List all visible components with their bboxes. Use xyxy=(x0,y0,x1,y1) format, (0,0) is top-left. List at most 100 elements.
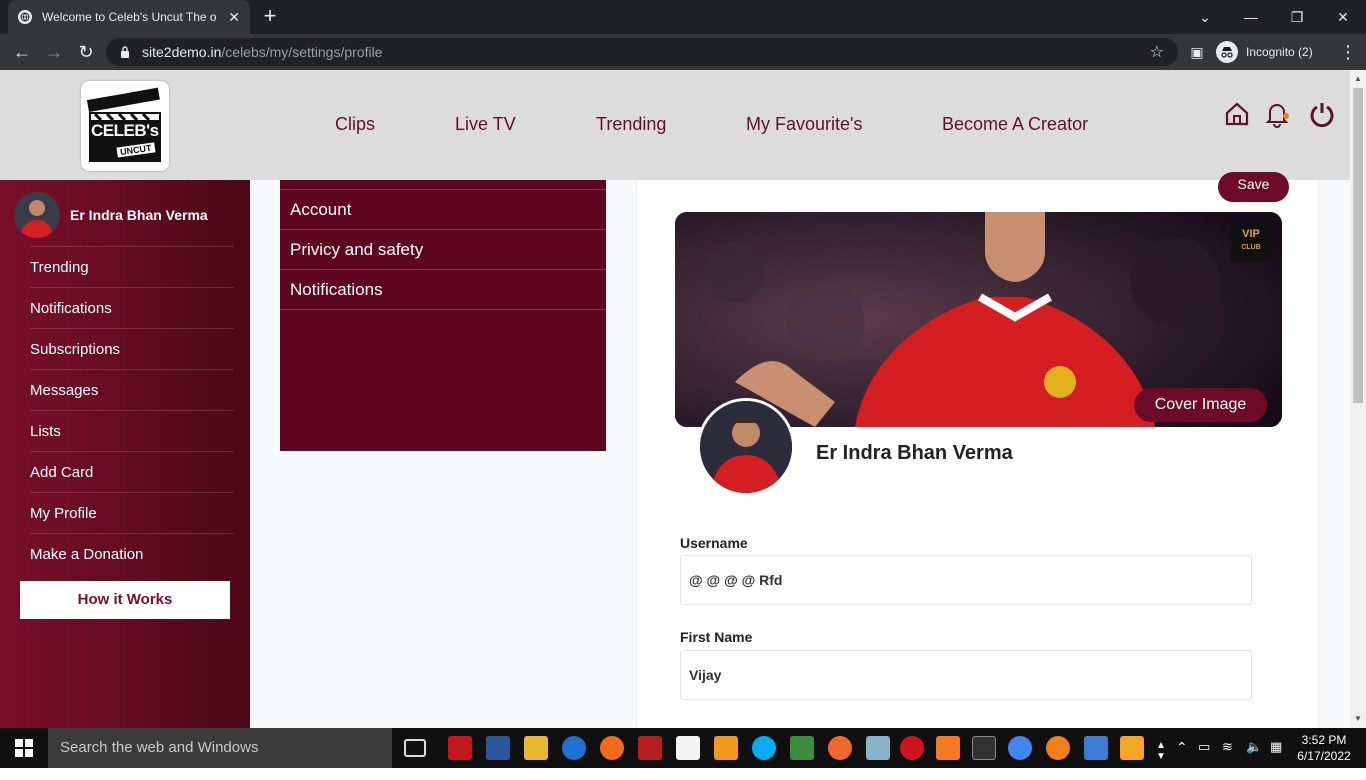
file-explorer-icon[interactable] xyxy=(524,736,548,760)
cover-image-button[interactable]: Cover Image xyxy=(1134,388,1267,422)
close-tab-icon[interactable]: ✕ xyxy=(228,9,240,26)
bookmark-star-icon[interactable]: ☆ xyxy=(1150,42,1164,62)
network-app-icon[interactable] xyxy=(1084,736,1108,760)
app-icon[interactable] xyxy=(866,736,890,760)
sidebar-item-subscriptions[interactable]: Subscriptions xyxy=(30,328,234,369)
outlook-icon[interactable] xyxy=(1120,736,1144,760)
close-window-button[interactable]: ✕ xyxy=(1320,0,1366,34)
address-bar[interactable]: site2demo.in /celebs/my/settings/profile… xyxy=(106,38,1178,66)
first-name-label: First Name xyxy=(680,629,753,645)
terminal-icon[interactable] xyxy=(972,736,996,760)
how-it-works-button[interactable]: How it Works xyxy=(20,581,230,619)
sidebar-item-make-a-donation[interactable]: Make a Donation xyxy=(30,533,234,574)
nav-my-favourites[interactable]: My Favourite's xyxy=(746,114,862,135)
profile-panel: Save VIP CLUB Cover Image Er Indra Bhan … xyxy=(636,172,1319,728)
url-host: site2demo.in xyxy=(142,44,222,60)
clock-date: 6/17/2022 xyxy=(1297,749,1351,763)
skype-icon[interactable] xyxy=(752,736,776,760)
avatar xyxy=(14,192,60,238)
windows-taskbar: Search the web and Windows ▲ ▼ ⌃ ▭ ≋ 🔈 ▦ … xyxy=(0,728,1366,768)
postman-icon[interactable] xyxy=(828,736,852,760)
taskbar-search[interactable]: Search the web and Windows xyxy=(48,728,392,768)
page-scrollbar[interactable]: ▲ ▼ xyxy=(1350,70,1366,728)
edge-icon[interactable] xyxy=(562,736,586,760)
side-panel-icon[interactable]: ▣ xyxy=(1185,40,1209,64)
left-sidebar: Er Indra Bhan Verma Trending Notificatio… xyxy=(0,180,250,728)
power-icon[interactable] xyxy=(1308,100,1336,128)
start-button[interactable] xyxy=(0,728,48,768)
windows-logo-icon xyxy=(15,739,33,757)
sidebar-item-my-profile[interactable]: My Profile xyxy=(30,492,234,533)
vip-club-badge: VIP CLUB xyxy=(1231,222,1271,262)
store-icon[interactable] xyxy=(676,736,700,760)
sidebar-item-messages[interactable]: Messages xyxy=(30,369,234,410)
tab-title: Welcome to Celeb's Uncut The o xyxy=(42,10,217,24)
sublime-icon[interactable] xyxy=(714,736,738,760)
word-icon[interactable] xyxy=(486,736,510,760)
sidebar-user[interactable]: Er Indra Bhan Verma xyxy=(14,192,208,238)
wifi-icon[interactable]: ≋ xyxy=(1222,739,1233,779)
settings-item-account[interactable]: Account xyxy=(280,190,606,230)
opera-icon[interactable] xyxy=(900,736,924,760)
browser-tab[interactable]: Welcome to Celeb's Uncut The o ✕ xyxy=(8,0,250,34)
nav-trending[interactable]: Trending xyxy=(596,114,666,135)
sidebar-item-lists[interactable]: Lists xyxy=(30,410,234,451)
settings-item-notifications[interactable]: Notifications xyxy=(280,270,606,310)
browser-menu-icon[interactable]: ⋮ xyxy=(1336,40,1360,64)
first-name-input[interactable]: Vijay xyxy=(680,650,1252,700)
sidebar-user-name: Er Indra Bhan Verma xyxy=(70,207,208,223)
scroll-down-icon[interactable]: ▼ xyxy=(1354,714,1362,723)
show-hidden-icon[interactable]: ⌃ xyxy=(1176,739,1188,779)
profile-name: Er Indra Bhan Verma xyxy=(816,442,1013,464)
username-input[interactable]: @ @ @ @ Rfd xyxy=(680,555,1252,605)
chrome-icon[interactable] xyxy=(1008,736,1032,760)
site-logo[interactable]: CELEB's UNCUT xyxy=(81,81,169,171)
notepad-icon[interactable] xyxy=(790,736,814,760)
clock-time: 3:52 PM xyxy=(1301,733,1347,747)
keyboard-icon[interactable]: ▦ xyxy=(1270,739,1282,779)
back-button[interactable]: ← xyxy=(10,40,34,64)
tray-scroll-icon[interactable]: ▲ ▼ xyxy=(1156,740,1166,780)
logo-text-top: CELEB's xyxy=(91,121,159,140)
profile-avatar[interactable] xyxy=(697,398,795,496)
forward-button[interactable]: → xyxy=(42,40,66,64)
lock-icon xyxy=(121,46,129,58)
nav-clips[interactable]: Clips xyxy=(335,114,375,135)
acrobat-icon[interactable] xyxy=(448,736,472,760)
battery-icon[interactable]: ▭ xyxy=(1198,739,1210,779)
home-icon[interactable] xyxy=(1223,100,1251,128)
scroll-up-icon[interactable]: ▲ xyxy=(1354,74,1362,83)
xampp-icon[interactable] xyxy=(936,736,960,760)
vip-line2: CLUB xyxy=(1241,244,1261,251)
task-view-icon[interactable] xyxy=(404,739,426,757)
nav-become-a-creator[interactable]: Become A Creator xyxy=(942,114,1088,135)
taskbar-clock[interactable]: 3:52 PM 6/17/2022 xyxy=(1294,732,1354,764)
tab-search-icon[interactable]: ⌄ xyxy=(1182,0,1228,34)
minimize-button[interactable]: — xyxy=(1228,0,1274,34)
restore-button[interactable]: ❐ xyxy=(1274,0,1320,34)
incognito-indicator[interactable]: Incognito (2) xyxy=(1216,40,1313,64)
url-path: /celebs/my/settings/profile xyxy=(221,44,383,60)
sidebar-item-notifications[interactable]: Notifications xyxy=(30,287,234,328)
sync-icon[interactable] xyxy=(1046,736,1070,760)
incognito-icon xyxy=(1216,41,1238,63)
settings-menu-divider xyxy=(280,180,606,190)
web-page: CELEB's UNCUT Clips Live TV Trending My … xyxy=(0,70,1350,728)
sidebar-item-trending[interactable]: Trending xyxy=(30,246,234,287)
settings-menu: Account Privicy and safety Notifications xyxy=(280,180,606,451)
incognito-label: Incognito (2) xyxy=(1246,45,1313,59)
save-button[interactable]: Save xyxy=(1218,172,1289,202)
settings-item-privacy-and-safety[interactable]: Privicy and safety xyxy=(280,230,606,270)
volume-icon[interactable]: 🔈 xyxy=(1246,739,1262,779)
browser-toolbar: ← → ↻ site2demo.in /celebs/my/settings/p… xyxy=(0,34,1366,70)
filezilla-icon[interactable] xyxy=(638,736,662,760)
firefox-icon[interactable] xyxy=(600,736,624,760)
reload-button[interactable]: ↻ xyxy=(74,40,98,64)
bell-icon[interactable] xyxy=(1263,100,1291,128)
sidebar-item-add-card[interactable]: Add Card xyxy=(30,451,234,492)
globe-icon xyxy=(18,10,32,24)
nav-live-tv[interactable]: Live TV xyxy=(455,114,516,135)
scrollbar-thumb[interactable] xyxy=(1353,88,1363,403)
vip-line1: VIP xyxy=(1242,228,1260,240)
new-tab-button[interactable]: + xyxy=(258,5,282,29)
